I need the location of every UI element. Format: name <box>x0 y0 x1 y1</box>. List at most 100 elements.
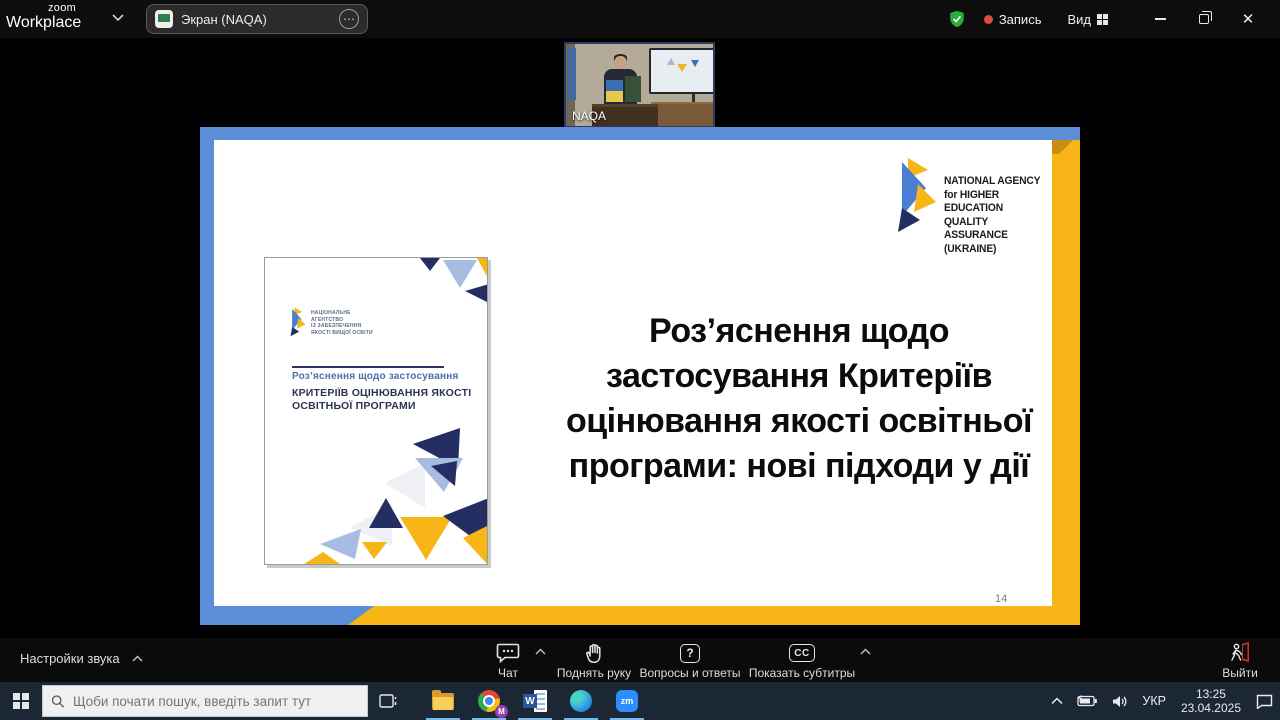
tray-date: 23.04.2025 <box>1181 701 1241 715</box>
zoom-workplace-logo: zoom Workplace <box>6 2 81 31</box>
naqa-logo-text: NATIONAL AGENCY for HIGHER EDUCATION QUA… <box>944 175 1046 256</box>
close-button[interactable]: ✕ <box>1226 0 1270 38</box>
restore-button[interactable] <box>1182 0 1226 38</box>
start-button[interactable] <box>0 682 42 720</box>
view-grid-icon <box>1097 14 1108 25</box>
slide-border-bevel <box>1052 140 1080 154</box>
audio-settings-label: Настройки звука <box>20 651 120 666</box>
slide-border-top <box>200 127 1080 140</box>
captions-cc-icon: CC <box>789 641 815 665</box>
slide-title-line: оцінювання якості освітньої <box>552 399 1046 444</box>
captions-label: Показать субтитры <box>749 666 855 680</box>
qa-icon: ? <box>680 641 700 665</box>
slide-border-bottom-blue <box>200 606 375 625</box>
chat-label: Чат <box>498 666 518 680</box>
tray-time: 13:25 <box>1181 687 1241 701</box>
language-indicator[interactable]: УКР <box>1135 682 1173 720</box>
speaker-icon <box>1112 695 1128 708</box>
tray-clock[interactable]: 13:25 23.04.2025 <box>1173 687 1249 715</box>
minimize-button[interactable] <box>1138 0 1182 38</box>
screen: zoom Workplace Экран (NAQA) ⋯ Запись Вид <box>0 0 1280 720</box>
naqa-logo-mark-icon <box>894 158 940 238</box>
slide-title-line: програми: нові підходи у дії <box>552 444 1046 489</box>
action-center-icon <box>1256 694 1273 709</box>
slide-title: Роз’яснення щодо застосування Критеріїв … <box>552 309 1046 489</box>
slide-title-line: застосування Критеріїв <box>552 354 1046 399</box>
captions-chevron-up-icon[interactable] <box>860 648 871 655</box>
tab-more-options-button[interactable]: ⋯ <box>339 9 359 29</box>
cover-title: КРИТЕРІЇВ ОЦІНЮВАННЯ ЯКОСТІ ОСВІТНЬОЇ ПР… <box>292 387 471 413</box>
chrome-notification-badge: M <box>495 705 508 718</box>
word-app-button[interactable]: W <box>512 682 558 720</box>
zoom-title-bar: zoom Workplace Экран (NAQA) ⋯ Запись Вид <box>0 0 1280 38</box>
slide-border-right <box>1052 140 1080 625</box>
chrome-app-button[interactable]: M <box>466 682 512 720</box>
chat-button[interactable]: Чат <box>483 638 533 682</box>
participant-name-label: NAQA <box>572 109 606 123</box>
leave-icon <box>1228 641 1252 665</box>
file-explorer-icon <box>432 693 454 710</box>
audio-settings-chevron-up-icon <box>132 655 143 662</box>
task-view-button[interactable] <box>368 682 408 720</box>
recording-label: Запись <box>999 12 1042 27</box>
windows-logo-icon <box>13 693 29 709</box>
workplace-chevron-down-icon[interactable] <box>112 14 124 22</box>
view-button[interactable]: Вид <box>1067 12 1108 27</box>
flag-in-video <box>568 48 576 100</box>
recording-indicator[interactable]: Запись <box>984 12 1042 27</box>
cover-top-triangles <box>415 258 488 304</box>
zoom-app-button[interactable]: zm <box>604 682 650 720</box>
raise-hand-button[interactable]: Поднять руку <box>556 638 632 682</box>
battery-indicator[interactable] <box>1070 682 1105 720</box>
search-input[interactable] <box>73 694 359 709</box>
naqa-logo: NATIONAL AGENCY for HIGHER EDUCATION QUA… <box>894 155 1052 247</box>
slide-border-bottom-yellow <box>348 606 1080 625</box>
raise-hand-icon <box>583 641 605 665</box>
leave-button[interactable]: Выйти <box>1212 638 1268 682</box>
speaker-video-thumbnail[interactable]: NAQA <box>564 42 715 128</box>
taskbar-search[interactable] <box>42 685 368 717</box>
shared-app-icon <box>155 10 173 28</box>
brand-workplace: Workplace <box>6 14 81 31</box>
slide-border-left <box>200 127 214 606</box>
zoom-app-icon: zm <box>616 690 638 712</box>
shared-screen-tab[interactable]: Экран (NAQA) ⋯ <box>146 4 368 34</box>
recording-dot-icon <box>984 15 993 24</box>
slide-title-line: Роз’яснення щодо <box>552 309 1046 354</box>
brand-zoom: zoom <box>6 2 81 14</box>
qa-button[interactable]: ? Вопросы и ответы <box>640 638 740 682</box>
security-shield-icon[interactable] <box>948 10 966 28</box>
cabinet-in-video <box>651 102 715 128</box>
action-center-button[interactable] <box>1249 682 1280 720</box>
shared-screen-tab-label: Экран (NAQA) <box>181 12 339 27</box>
edge-app-button[interactable] <box>558 682 604 720</box>
taskbar-apps: M W zm <box>420 682 650 720</box>
search-icon <box>51 694 65 709</box>
leave-label: Выйти <box>1222 666 1258 680</box>
hidden-icons-chevron[interactable] <box>1044 682 1070 720</box>
qa-label: Вопросы и ответы <box>639 666 740 680</box>
window-controls: ✕ <box>1138 0 1270 38</box>
cover-divider-line <box>292 366 444 368</box>
cover-logo-mark-icon <box>289 306 307 340</box>
cover-subtitle: Роз’яснення щодо застосування <box>292 371 458 382</box>
view-label: Вид <box>1067 12 1091 27</box>
chat-chevron-up-icon[interactable] <box>535 648 546 655</box>
slide-page-number: 14 <box>995 593 1007 605</box>
task-view-icon <box>379 693 397 709</box>
book-cover-image: НАЦІОНАЛЬНЕ АГЕНТСТВО ІЗ ЗАБЕЗПЕЧЕННЯ ЯК… <box>264 257 488 565</box>
cover-logo-text: НАЦІОНАЛЬНЕ АГЕНТСТВО ІЗ ЗАБЕЗПЕЧЕННЯ ЯК… <box>311 310 373 336</box>
battery-icon <box>1077 695 1098 707</box>
volume-indicator[interactable] <box>1105 682 1135 720</box>
zoom-toolbar: Настройки звука Чат Поднять руку <box>0 638 1280 682</box>
cover-bottom-triangles <box>295 428 488 565</box>
audio-settings-button[interactable]: Настройки звука <box>20 651 143 666</box>
windows-taskbar: M W zm <box>0 682 1280 720</box>
chevron-up-icon <box>1051 697 1063 705</box>
raise-hand-label: Поднять руку <box>557 666 631 680</box>
file-explorer-app-button[interactable] <box>420 682 466 720</box>
presentation-screen-in-video <box>649 48 715 94</box>
captions-button[interactable]: CC Показать субтитры <box>750 638 854 682</box>
system-tray: УКР 13:25 23.04.2025 <box>1044 682 1280 720</box>
edge-icon <box>570 690 592 712</box>
